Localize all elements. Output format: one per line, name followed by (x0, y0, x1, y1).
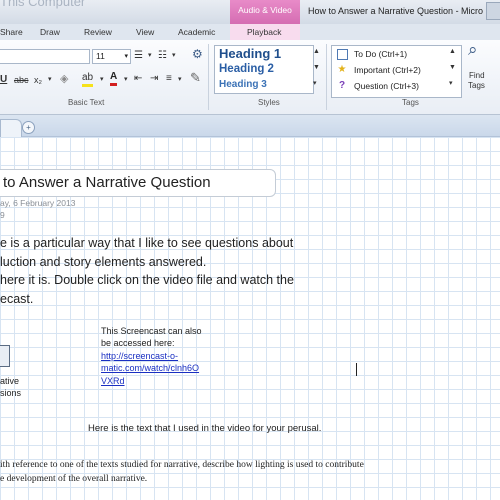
expand-gallery-icon[interactable]: ▾ (449, 78, 453, 90)
tab-review[interactable]: Review (84, 27, 112, 37)
decrease-indent-icon[interactable]: ⇤ (134, 73, 142, 85)
text-cursor (356, 363, 357, 376)
chevron-down-icon: ▾ (124, 53, 128, 60)
find-tags-icon: ⌕ (468, 40, 478, 59)
chevron-down-icon[interactable]: ▾ (124, 74, 128, 86)
chevron-down-icon[interactable]: ▾ (48, 74, 52, 86)
tags-gallery[interactable]: To Do (Ctrl+1) ★ Important (Ctrl+2) ? Qu… (331, 45, 462, 98)
body-line-3[interactable]: here it is. Double click on the video fi… (0, 273, 294, 287)
style-heading-1[interactable]: Heading 1 (219, 46, 281, 61)
scroll-down-icon[interactable]: ▼ (313, 62, 320, 74)
screencast-link-1[interactable]: http://screencast-o- (101, 351, 178, 361)
tab-draw[interactable]: Draw (40, 27, 60, 37)
scroll-up-icon[interactable]: ▲ (313, 46, 320, 58)
ghost-title-text: This Computer (0, 0, 86, 9)
video-file-label-1[interactable]: ative (0, 376, 19, 386)
styles-picker-icon[interactable]: ⚙ (192, 48, 203, 60)
screencast-link-2[interactable]: matic.com/watch/clnh6O (101, 363, 199, 373)
find-tags-button[interactable]: ⌕ Find Tags (462, 40, 492, 96)
chevron-down-icon[interactable]: ▾ (172, 50, 176, 62)
basic-text-label: Basic Text (68, 98, 105, 107)
tag-todo-label: To Do (Ctrl+1) (354, 49, 408, 59)
section-tab-strip: + (0, 115, 500, 137)
highlight-icon[interactable]: ab (82, 72, 94, 87)
group-divider (326, 44, 327, 110)
find-tags-label-1: Find (469, 71, 485, 80)
tag-important[interactable]: ★ Important (Ctrl+2) (334, 63, 458, 79)
styles-gallery[interactable]: Heading 1 Heading 2 Heading 3 (214, 45, 314, 94)
add-section-icon[interactable]: + (22, 121, 35, 134)
scroll-down-icon[interactable]: ▼ (449, 62, 456, 74)
bullet-list-icon[interactable]: ☰ (134, 50, 143, 62)
todo-checkbox-icon (337, 49, 348, 60)
page-title[interactable]: to Answer a Narrative Question (3, 174, 211, 191)
increase-indent-icon[interactable]: ⇥ (150, 73, 158, 85)
scroll-up-icon[interactable]: ▲ (449, 46, 456, 58)
question-line-1[interactable]: ith reference to one of the texts studie… (0, 460, 364, 470)
subscript-icon[interactable]: x₂ (34, 74, 42, 86)
clear-all-formatting-icon[interactable]: ✎ (190, 71, 201, 84)
tags-label: Tags (402, 98, 419, 107)
aside-line-1[interactable]: This Screencast can also (101, 326, 202, 336)
aside-line-2[interactable]: be accessed here: (101, 338, 175, 348)
chevron-down-icon[interactable]: ▾ (178, 74, 182, 86)
body-line-1[interactable]: e is a particular way that I like to see… (0, 236, 293, 250)
strikethrough-icon[interactable]: abc (14, 74, 29, 86)
tab-view[interactable]: View (136, 27, 154, 37)
tab-playback[interactable]: Playback (230, 24, 300, 40)
tag-question[interactable]: ? Question (Ctrl+3) (334, 79, 458, 95)
font-name-combo[interactable] (0, 49, 90, 64)
font-color-icon[interactable]: A (110, 71, 118, 86)
style-heading-3[interactable]: Heading 3 (219, 79, 267, 90)
tab-playback-label: Playback (247, 27, 282, 37)
video-file-icon[interactable] (0, 345, 10, 367)
tab-academic[interactable]: Academic (178, 27, 215, 37)
video-file-label-2[interactable]: sions (0, 388, 21, 398)
chevron-down-icon[interactable]: ▾ (148, 50, 152, 62)
ribbon: 11 ▾ ☰ ▾ ☷ ▾ ⚙ U abc x₂ ▾ ◈ ab ▾ A ▾ ⇤ ⇥… (0, 40, 500, 115)
page-time: 9 (0, 210, 5, 220)
minimize-button[interactable] (486, 2, 500, 20)
audio-video-label: Audio & Video (238, 5, 292, 15)
title-bar: This Computer Audio & Video How to Answe… (0, 0, 500, 24)
page-title-box[interactable]: to Answer a Narrative Question (0, 169, 276, 197)
numbered-list-icon[interactable]: ☷ (158, 50, 167, 62)
note-page[interactable]: to Answer a Narrative Question ay, 6 Feb… (0, 137, 500, 500)
styles-label: Styles (258, 98, 280, 107)
underline-icon[interactable]: U (0, 74, 7, 86)
group-divider (208, 44, 209, 110)
audio-video-context-group: Audio & Video (230, 0, 300, 24)
find-tags-label-2: Tags (468, 81, 485, 90)
body-line-4[interactable]: ecast. (0, 292, 33, 306)
question-line-2[interactable]: e development of the overall narrative. (0, 474, 147, 484)
expand-gallery-icon[interactable]: ▾ (313, 78, 317, 90)
tag-question-label: Question (Ctrl+3) (354, 81, 419, 91)
section-tab[interactable] (0, 119, 22, 137)
font-size-value: 11 (96, 51, 105, 61)
tab-share[interactable]: Share (0, 27, 23, 37)
window-title: How to Answer a Narrative Question - Mic… (308, 6, 484, 16)
style-heading-2[interactable]: Heading 2 (219, 63, 274, 75)
body-line-2[interactable]: luction and story elements answered. (0, 255, 206, 269)
chevron-down-icon[interactable]: ▾ (100, 74, 104, 86)
screencast-link-3[interactable]: VXRd (101, 376, 125, 386)
tag-todo[interactable]: To Do (Ctrl+1) (334, 47, 458, 63)
page-date: ay, 6 February 2013 (0, 198, 76, 208)
star-icon: ★ (337, 64, 347, 75)
perusal-text[interactable]: Here is the text that I used in the vide… (88, 423, 321, 434)
tag-important-label: Important (Ctrl+2) (354, 65, 421, 75)
align-icon[interactable]: ≡ (166, 73, 172, 85)
question-icon: ? (338, 80, 346, 91)
ribbon-tab-row: Share Draw Review View Academic Playback (0, 24, 500, 40)
font-size-combo[interactable]: 11 ▾ (92, 49, 131, 64)
clear-formatting-icon[interactable]: ◈ (60, 73, 68, 85)
